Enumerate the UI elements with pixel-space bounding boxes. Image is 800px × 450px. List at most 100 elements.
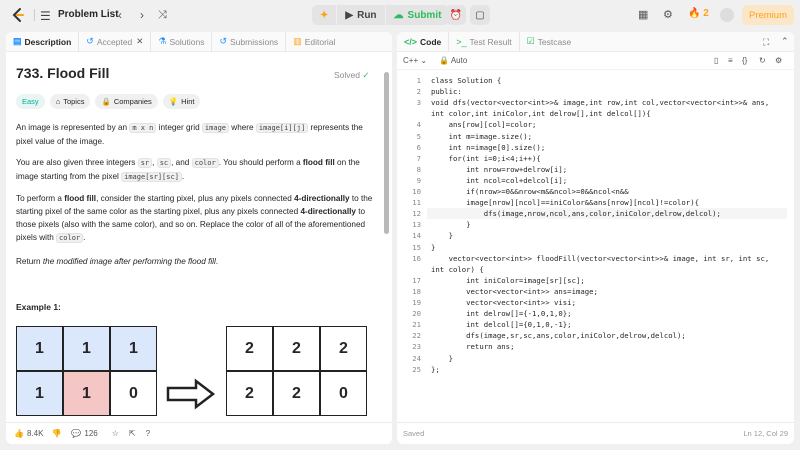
settings-code-icon[interactable]: ⚙ [775,56,782,65]
code-text: image[nrow][ncol]==iniColor&&ans[nrow][n… [431,198,699,208]
italic-text: the modified image after performing the … [42,257,216,266]
scroll-thumb[interactable] [384,72,389,234]
text: . You should perform a [218,158,303,167]
dislike-button[interactable]: 👎 [51,429,61,438]
top-bar: ☰ Problem List ‹ › ⤨ ✦ ▶ Run ☁ Submit ⏰ ▢ … [0,0,800,30]
tab-code[interactable]: </> Code [397,32,450,52]
next-problem-icon[interactable]: › [140,8,144,22]
tab-description[interactable]: ▤ Description [6,32,80,52]
streak-counter[interactable]: 🔥 2 [688,8,709,19]
grid-cell: 0 [110,371,157,416]
comments-button[interactable]: 💬 126 [71,429,97,438]
shuffle-icon[interactable]: ⤨ [158,8,167,22]
paragraph-1: An image is represented by an m x n inte… [16,121,376,148]
list-icon[interactable]: ☰ [40,9,51,23]
tab-accepted[interactable]: ↺ Accepted ✕ [79,32,152,52]
braces-icon[interactable]: {} [742,56,747,65]
line-number: 20 [412,309,421,319]
line-number: 12 [412,209,421,219]
notes-button[interactable]: ▢ [470,5,490,25]
grid-cell: 2 [226,326,273,371]
text: You are also given three integers [16,158,138,167]
note-icon: ▢ [475,9,485,21]
code-text: ans[row][col]=color; [431,120,537,130]
code-text: } [431,242,436,252]
line-number: 16 [412,253,421,263]
flame-icon: 🔥 [688,8,701,19]
code-text: int delcol[]={0,1,0,-1}; [431,320,572,330]
bold-text: 4-directionally [300,207,356,216]
avatar[interactable] [720,8,734,22]
mode-label: Auto [450,56,468,65]
play-icon: ▶ [345,9,354,21]
tab-test-result[interactable]: >_ Test Result [449,32,520,52]
topics-chip[interactable]: ⌂ Topics [49,94,91,109]
description-scrollbar[interactable] [384,54,389,414]
grid-menu-icon[interactable]: ▦ [638,8,648,21]
inline-code: image [201,123,229,133]
tab-submissions[interactable]: ↺ Submissions [212,32,287,52]
line-number: 8 [416,164,421,174]
cursor-position: Ln 12, Col 29 [743,429,788,438]
format-icon[interactable]: ≡ [728,56,733,65]
text: . [181,172,185,181]
grid-cell: 2 [320,326,367,371]
premium-button[interactable]: Premium [742,5,794,25]
reset-icon[interactable]: ↻ [759,56,766,65]
tab-testcase[interactable]: ☑ Testcase [520,32,579,52]
chip-label: Hint [181,97,195,106]
inline-code: m x n [129,123,157,133]
tab-label: Code [420,36,442,47]
text: where [229,123,256,132]
code-text: int n=image[0].size(); [431,142,546,152]
bold-text: flood fill [302,158,335,167]
text: , [152,158,157,167]
lock-icon: 🔒 [439,56,450,65]
problem-list-link[interactable]: Problem List [58,9,119,20]
tab-editorial[interactable]: ▥ Editorial [286,32,342,52]
code-text: if(nrow>=0&&nrow<m&&ncol>=0&&ncol<n&& [431,187,629,196]
line-number: 24 [412,353,421,363]
grid-cell: 1 [63,371,110,416]
code-text: int iniColor=image[sr][sc]; [431,275,585,285]
timer-button[interactable]: ⏰ [446,5,466,25]
gear-icon[interactable]: ⚙ [663,8,673,21]
tab-label: Testcase [537,36,572,47]
favorite-button[interactable]: ☆ [112,429,119,438]
code-editor[interactable]: 1 class Solution {2 public: 3 void dfs(vecto… [397,70,794,418]
share-button[interactable]: ⇱ [129,429,136,438]
code-panel: </> Code >_ Test Result ☑ Testcase ⛶ ⌃ C++ … [397,32,794,444]
tag-icon: ⌂ [55,97,61,106]
checkbox-icon: ☑ [526,36,535,46]
expand-icon[interactable]: ⛶ [763,37,769,48]
language-select[interactable]: C++ ⌄ [403,56,427,65]
help-button[interactable]: ? [146,429,150,438]
tab-solutions[interactable]: ⚗ Solutions [151,32,213,52]
code-text: int nrow=row+delrow[i]; [431,164,568,174]
solved-label: Solved [334,70,360,80]
leetcode-logo-icon[interactable] [10,7,26,23]
companies-chip[interactable]: 🔒 Companies [95,94,158,109]
inline-code: sc [156,158,172,168]
submit-button[interactable]: ☁ Submit [386,5,450,25]
run-button[interactable]: ▶ Run [337,5,386,25]
line-number: 17 [412,275,421,285]
mode-toggle[interactable]: 🔒 Auto [439,56,467,65]
question-icon: ? [145,429,151,438]
editor-toolbar: C++ ⌄ 🔒 Auto ▯ ≡ {} ↻ ⚙ [397,52,794,70]
bookmark-icon[interactable]: ▯ [714,56,718,65]
like-button[interactable]: 👍 8.4K [14,429,43,438]
hint-chip[interactable]: 💡 Hint [162,94,201,109]
code-text: int delrow[]={-1,0,1,0}; [431,309,572,319]
lightbulb-icon: 💡 [168,97,179,106]
debug-button[interactable]: ✦ [312,5,338,25]
collapse-icon[interactable]: ⌃ [781,36,789,47]
close-icon[interactable]: ✕ [136,36,143,47]
tab-label: Solutions [169,36,205,47]
code-tabs: </> Code >_ Test Result ☑ Testcase ⛶ ⌃ [397,32,794,52]
line-number: 14 [412,231,421,241]
prev-problem-icon[interactable]: ‹ [118,8,122,22]
like-count: 8.4K [26,429,44,438]
grid-before: 1 1 1 1 1 0 [16,326,157,416]
language-label: C++ [403,56,419,65]
